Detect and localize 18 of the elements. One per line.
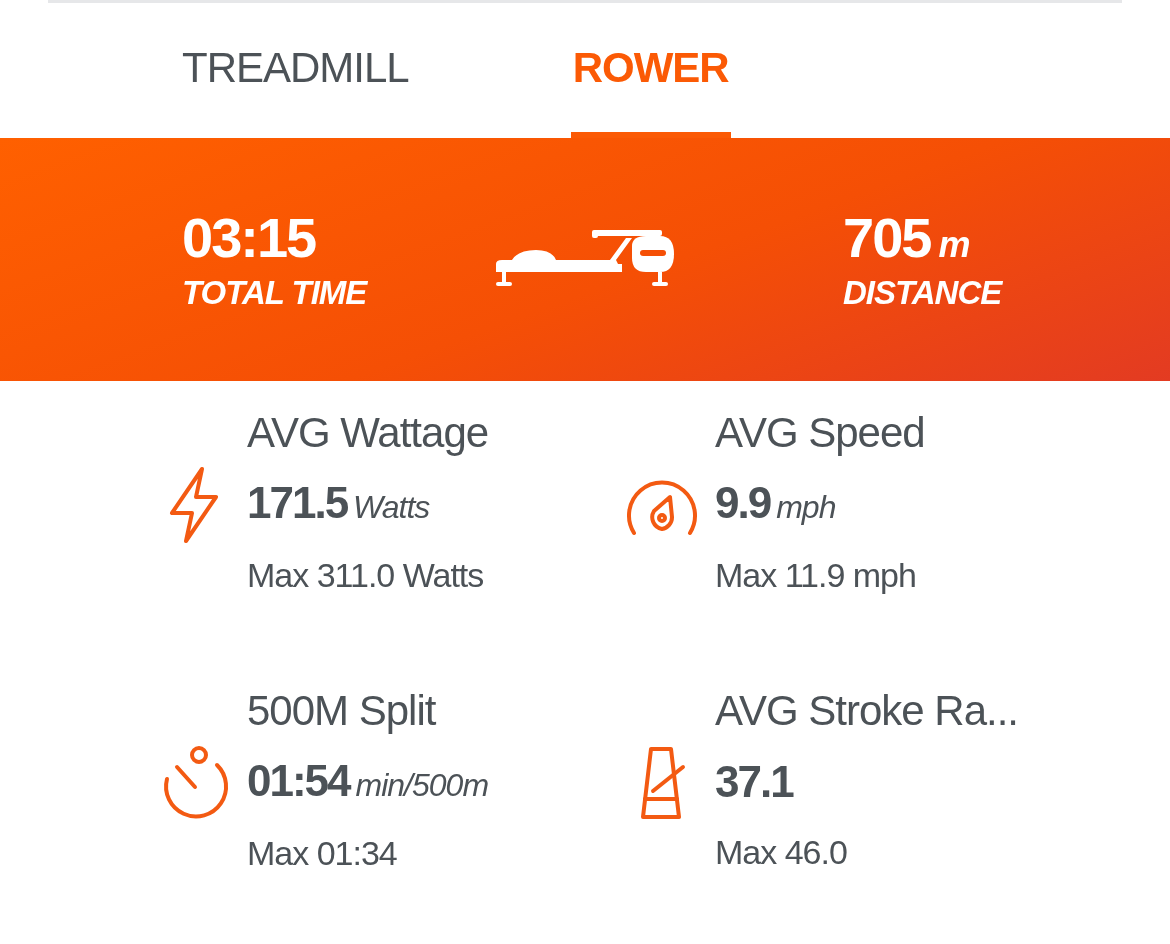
metric-value: 37.1	[715, 756, 795, 809]
metric-title: AVG Wattage	[247, 408, 490, 458]
metric-title: AVG Speed	[715, 408, 926, 458]
metric-max: Max 11.9 mph	[715, 555, 917, 596]
metric-max: Max 01:34	[247, 833, 398, 874]
metric-value: 171.5 Watts	[247, 477, 431, 529]
distance-value: 705 m	[843, 206, 972, 269]
metric-max: Max 311.0 Watts	[247, 555, 485, 596]
metric-title: 500M Split	[247, 686, 437, 736]
total-time-label: TOTAL TIME	[182, 274, 369, 313]
tab[interactable]: TREADMILL	[180, 3, 411, 138]
distance-label: DISTANCE	[843, 274, 1004, 313]
metric-max: Max 46.0	[715, 831, 848, 873]
metric-value: 9.9mph	[715, 477, 837, 529]
lightning-icon	[167, 467, 220, 543]
metric-value: 01:54min/500m	[247, 755, 490, 807]
metric-title: AVG Stroke Ra...	[715, 686, 1019, 736]
total-time-value: 03:15	[182, 206, 317, 269]
